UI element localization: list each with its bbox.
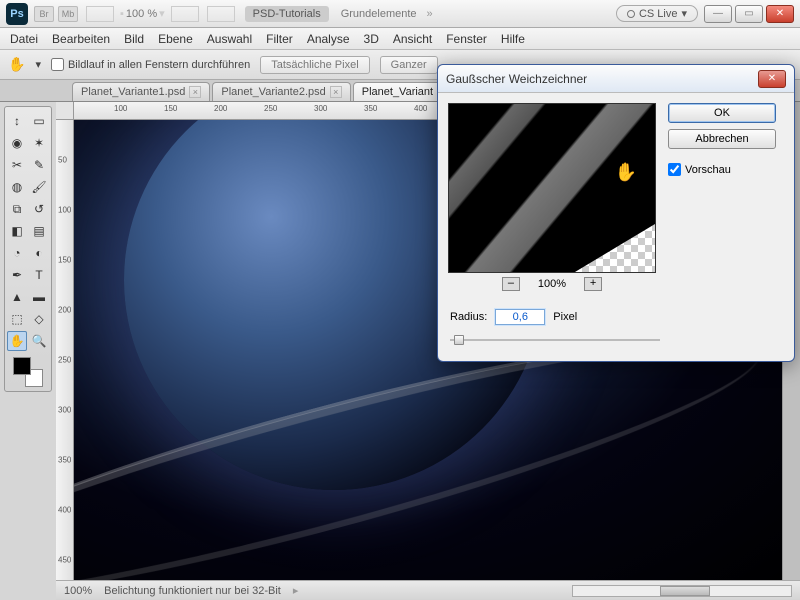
arrange-docs-dropdown[interactable] <box>171 6 199 22</box>
maximize-button[interactable]: ▭ <box>735 5 763 23</box>
radius-label: Radius: <box>450 311 487 323</box>
cancel-button[interactable]: Abbrechen <box>668 129 776 149</box>
doc-tab-3[interactable]: Planet_Variant <box>353 82 442 101</box>
fit-screen-button[interactable]: Ganzer <box>380 56 438 74</box>
menu-auswahl[interactable]: Auswahl <box>207 32 252 46</box>
tools-panel: ↕ ▭ ◉ ✶ ✂ ✎ ◍ 🖌 ⧉ ↺ ◧ ▤ ◔ ◐ ✒ T ▲ ▬ ⬚ ◇ … <box>4 106 52 392</box>
status-bar: 100% Belichtung funktioniert nur bei 32-… <box>56 580 800 600</box>
screen-mode-dropdown[interactable] <box>86 6 114 22</box>
menu-3d[interactable]: 3D <box>364 32 379 46</box>
minimize-button[interactable]: — <box>704 5 732 23</box>
move-tool[interactable]: ↕ <box>7 111 27 131</box>
marquee-tool[interactable]: ▭ <box>29 111 49 131</box>
foreground-color[interactable] <box>13 357 31 375</box>
ruler-vertical[interactable]: 50 100 150 200 250 300 350 400 450 <box>56 120 74 580</box>
workspace-grundelemente[interactable]: Grundelemente <box>341 8 417 20</box>
eraser-tool[interactable]: ◧ <box>7 221 27 241</box>
horizontal-scrollbar[interactable] <box>572 585 792 597</box>
dialog-close-button[interactable]: ✕ <box>758 70 786 88</box>
menu-ansicht[interactable]: Ansicht <box>393 32 432 46</box>
3d-camera-tool[interactable]: ◇ <box>29 309 49 329</box>
preview-zoom-out[interactable]: – <box>502 277 520 291</box>
preview-zoom-in[interactable]: + <box>584 277 602 291</box>
ps-logo: Ps <box>6 3 28 25</box>
path-select-tool[interactable]: ▲ <box>7 287 27 307</box>
zoom-tool[interactable]: 🔍 <box>29 331 49 351</box>
color-swatches[interactable] <box>7 353 49 387</box>
type-tool[interactable]: T <box>29 265 49 285</box>
preview-zoom-level: 100% <box>538 278 566 290</box>
cs-live-button[interactable]: CS Live▾ <box>616 5 698 22</box>
ruler-origin[interactable] <box>56 102 74 120</box>
radius-slider[interactable] <box>450 333 660 347</box>
stamp-tool[interactable]: ⧉ <box>7 199 27 219</box>
slider-knob[interactable] <box>454 335 464 345</box>
eyedropper-tool[interactable]: ✎ <box>29 155 49 175</box>
bridge-badge[interactable]: Br <box>34 6 54 22</box>
close-icon[interactable]: × <box>189 86 201 98</box>
minibridge-badge[interactable]: Mb <box>58 6 78 22</box>
hand-tool-icon[interactable]: ✋ <box>8 56 25 73</box>
preview-checkbox[interactable]: Vorschau <box>668 163 776 176</box>
pen-tool[interactable]: ✒ <box>7 265 27 285</box>
screen-dropdown[interactable] <box>207 6 235 22</box>
close-button[interactable]: ✕ <box>766 5 794 23</box>
dialog-titlebar[interactable]: Gaußscher Weichzeichner ✕ <box>438 65 794 93</box>
close-icon[interactable]: × <box>330 86 342 98</box>
doc-tab-2[interactable]: Planet_Variante2.psd× <box>212 82 350 101</box>
app-titlebar: Ps Br Mb ▪ 100 % ▾ PSD-Tutorials Grundel… <box>0 0 800 28</box>
hand-cursor-icon: ✋ <box>615 162 637 183</box>
gradient-tool[interactable]: ▤ <box>29 221 49 241</box>
radius-unit: Pixel <box>553 311 577 323</box>
history-brush-tool[interactable]: ↺ <box>29 199 49 219</box>
dodge-tool[interactable]: ◐ <box>29 243 49 263</box>
quickselect-tool[interactable]: ✶ <box>29 133 49 153</box>
workspace-psdtutorials[interactable]: PSD-Tutorials <box>245 6 329 22</box>
menu-bar: Datei Bearbeiten Bild Ebene Auswahl Filt… <box>0 28 800 50</box>
filter-preview[interactable]: ✋ <box>448 103 656 273</box>
lasso-tool[interactable]: ◉ <box>7 133 27 153</box>
status-zoom[interactable]: 100% <box>64 585 92 597</box>
doc-tab-1[interactable]: Planet_Variante1.psd× <box>72 82 210 101</box>
actual-pixels-button[interactable]: Tatsächliche Pixel <box>260 56 369 74</box>
menu-analyse[interactable]: Analyse <box>307 32 350 46</box>
menu-datei[interactable]: Datei <box>10 32 38 46</box>
menu-hilfe[interactable]: Hilfe <box>501 32 525 46</box>
hand-tool[interactable]: ✋ <box>7 331 27 351</box>
brush-tool[interactable]: 🖌 <box>29 177 49 197</box>
scrollbar-thumb[interactable] <box>660 586 710 596</box>
radius-input[interactable] <box>495 309 545 325</box>
menu-filter[interactable]: Filter <box>266 32 293 46</box>
tool-preset-dropdown[interactable]: ▾ <box>35 58 41 71</box>
blur-tool[interactable]: ◔ <box>7 243 27 263</box>
gaussian-blur-dialog: Gaußscher Weichzeichner ✕ ✋ – 100% + OK … <box>437 64 795 362</box>
healing-tool[interactable]: ◍ <box>7 177 27 197</box>
ok-button[interactable]: OK <box>668 103 776 123</box>
menu-ebene[interactable]: Ebene <box>158 32 193 46</box>
menu-bild[interactable]: Bild <box>124 32 144 46</box>
zoom-level[interactable]: 100 % <box>126 8 157 20</box>
scroll-all-wins-checkbox[interactable]: Bildlauf in allen Fenstern durchführen <box>51 58 250 71</box>
menu-fenster[interactable]: Fenster <box>446 32 487 46</box>
3d-tool[interactable]: ⬚ <box>7 309 27 329</box>
crop-tool[interactable]: ✂ <box>7 155 27 175</box>
shape-tool[interactable]: ▬ <box>29 287 49 307</box>
dialog-title: Gaußscher Weichzeichner <box>446 72 587 86</box>
status-message: Belichtung funktioniert nur bei 32-Bit <box>104 585 281 597</box>
menu-bearbeiten[interactable]: Bearbeiten <box>52 32 110 46</box>
workspace-more-icon[interactable]: » <box>427 8 433 20</box>
transparency-grid <box>575 224 655 272</box>
